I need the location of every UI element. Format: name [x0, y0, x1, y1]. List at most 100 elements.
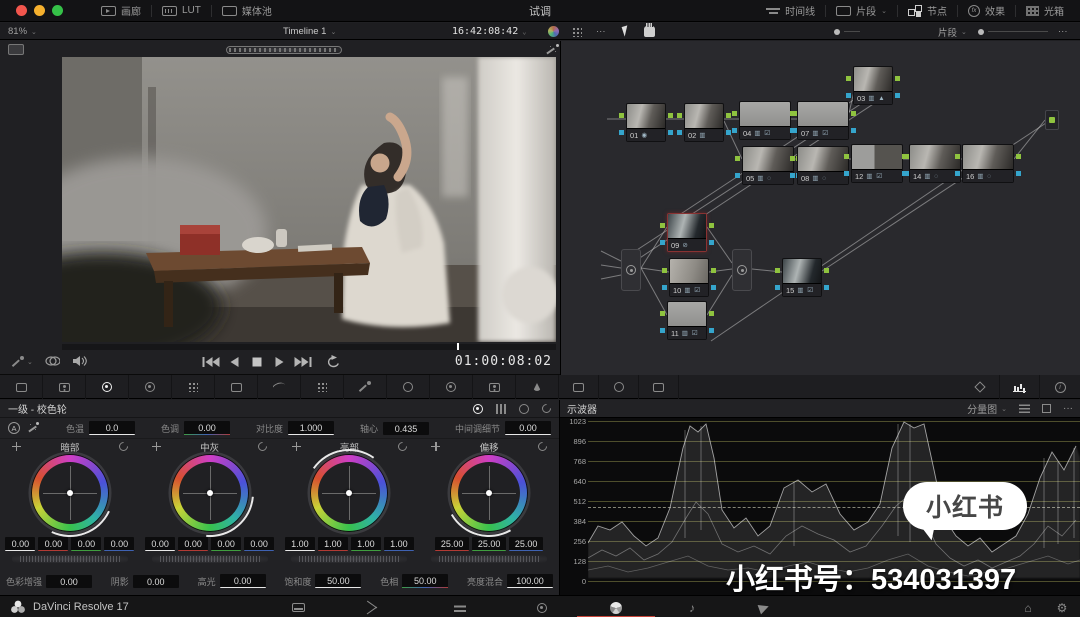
gain-master-value[interactable]: 1.00 [285, 537, 315, 551]
output-node[interactable] [1045, 110, 1059, 130]
node-view-select[interactable]: 片段 ⌄ [938, 23, 967, 40]
viewer-timecode[interactable]: 16:42:08:42 ⌄ [452, 23, 526, 40]
layer-mixer-node[interactable] [621, 249, 641, 291]
gamma-blue-value[interactable]: 0.00 [244, 537, 274, 551]
offset-red-value[interactable]: 25.00 [435, 537, 469, 551]
lightbox-button[interactable]: 光箱 [1016, 0, 1074, 22]
gamma-red-value[interactable]: 0.00 [178, 537, 208, 551]
log-wheels-view-button[interactable] [519, 404, 529, 414]
reset-lift-button[interactable] [117, 440, 130, 453]
minimize-window-button[interactable] [34, 5, 45, 16]
node-05[interactable]: 05▥ ◌ [742, 146, 794, 185]
effects-panel-button[interactable]: fx 效果 [958, 0, 1015, 22]
offset-color-wheel[interactable] [450, 454, 528, 532]
tint-field[interactable]: 色调 0.00 [161, 421, 230, 435]
enhance-wand-icon[interactable] [544, 44, 560, 55]
play-button[interactable] [276, 357, 284, 367]
auto-color-wand-icon[interactable] [26, 422, 40, 434]
settings-button[interactable]: ⚙ [1042, 599, 1080, 616]
reset-gamma-button[interactable] [257, 440, 270, 453]
page-fairlight[interactable]: ♪ [672, 599, 712, 616]
midtone-detail-field[interactable]: 中间调细节 0.00 [455, 421, 551, 435]
still-grab-icon[interactable] [8, 44, 24, 55]
gain-red-value[interactable]: 1.00 [318, 537, 348, 551]
lift-red-value[interactable]: 0.00 [38, 537, 68, 551]
page-edit[interactable] [440, 599, 480, 616]
scope-expand-icon[interactable] [1042, 404, 1051, 413]
gamma-color-wheel[interactable] [171, 454, 249, 532]
node-16[interactable]: 16▥ ◌ [962, 144, 1014, 183]
lift-blue-value[interactable]: 0.00 [104, 537, 134, 551]
timeline-panel-button[interactable]: 时间线 [756, 0, 825, 22]
curves-tab[interactable] [258, 375, 301, 399]
grab-still-button[interactable]: ⌄ [12, 356, 33, 368]
close-window-button[interactable] [16, 5, 27, 16]
lift-color-wheel[interactable] [31, 454, 109, 532]
lift-master-wheel[interactable] [12, 555, 128, 563]
qualifier-tab[interactable] [344, 375, 387, 399]
hdr-wheels-tab[interactable] [129, 375, 172, 399]
clips-panel-button[interactable]: 片段 ⌄ [826, 0, 897, 22]
crosshair-icon[interactable] [12, 442, 21, 451]
lut-button[interactable]: LUT [152, 0, 211, 22]
node-14[interactable]: 14▥ ◌ [909, 144, 961, 183]
saturation-field[interactable]: 饱和度 50.00 [284, 574, 361, 588]
temperature-field[interactable]: 色温 0.0 [66, 421, 135, 435]
pointer-tool-button[interactable] [622, 23, 632, 40]
shadows-field[interactable]: 阴影 0.00 [111, 575, 179, 588]
node-11[interactable]: 11▥ ☑ [667, 301, 707, 340]
offset-green-value[interactable]: 25.00 [472, 537, 506, 551]
offset-master-wheel[interactable] [431, 555, 547, 563]
node-12[interactable]: 12▥ ☑ [851, 144, 903, 183]
lift-master-value[interactable]: 0.00 [5, 537, 35, 551]
gain-color-wheel[interactable] [310, 454, 388, 532]
keyframes-button[interactable] [960, 375, 1000, 399]
play-reverse-button[interactable] [231, 357, 239, 367]
nodegraph-more-button[interactable]: ··· [1058, 23, 1068, 40]
gain-blue-value[interactable]: 1.00 [384, 537, 414, 551]
node-09-selected[interactable]: 09⊘ [667, 213, 707, 252]
node-02[interactable]: 02▥ [684, 103, 724, 142]
node-04[interactable]: 04▥ ☑ [739, 101, 791, 140]
node-07[interactable]: 07▥ ☑ [797, 101, 849, 140]
primaries-wheels-view-button[interactable] [473, 404, 483, 414]
page-color-active[interactable] [596, 599, 636, 616]
viewer-more-button[interactable]: ··· [596, 23, 606, 40]
waveform-display[interactable]: 1023 896 768 640 512 384 256 128 0 [560, 418, 1080, 595]
page-cut[interactable] [352, 599, 392, 616]
color-wheels-tab[interactable] [86, 375, 129, 399]
tracker-tab[interactable] [430, 375, 473, 399]
pivot-field[interactable]: 轴心 0.435 [360, 422, 429, 435]
gain-master-wheel[interactable] [291, 555, 407, 563]
color-warper-tab[interactable] [301, 375, 344, 399]
scope-settings-icon[interactable] [1019, 404, 1030, 413]
hue-field[interactable]: 色相 50.00 [380, 574, 448, 588]
auto-balance-icon[interactable]: A [8, 422, 20, 434]
node-graph[interactable]: 01◉ 02▥ 04▥ ☑ 07▥ ☑ 05▥ ◌ [560, 41, 1080, 375]
scopes-button[interactable] [1000, 375, 1040, 399]
crosshair-icon[interactable] [152, 442, 161, 451]
reset-offset-button[interactable] [536, 440, 549, 453]
skip-end-button[interactable] [295, 357, 312, 367]
node-08[interactable]: 08▥ ◌ [797, 146, 849, 185]
window-controls[interactable] [16, 5, 63, 16]
motion-effects-tab[interactable] [215, 375, 258, 399]
wipe-mode-button[interactable] [45, 355, 60, 370]
node-zoom-slider[interactable] [834, 23, 860, 40]
page-media[interactable] [278, 599, 318, 616]
color-boost-field[interactable]: 色彩增强 0.00 [6, 575, 92, 588]
magic-mask-tab[interactable] [473, 375, 516, 399]
zoom-window-button[interactable] [52, 5, 63, 16]
gamma-master-value[interactable]: 0.00 [145, 537, 175, 551]
node-scale-slider[interactable] [978, 23, 1048, 40]
grid-view-icon[interactable] [572, 23, 582, 40]
info-button[interactable]: i [1040, 375, 1080, 399]
node-15[interactable]: 15▥ ☑ [782, 258, 822, 297]
contrast-field[interactable]: 对比度 1.000 [256, 421, 334, 435]
reset-gain-button[interactable] [396, 440, 409, 453]
viewer-zoom-select[interactable]: 81% ⌄ [8, 23, 37, 40]
gamma-green-value[interactable]: 0.00 [211, 537, 241, 551]
skip-start-button[interactable] [203, 357, 220, 367]
gamut-indicator-icon[interactable] [548, 23, 559, 40]
gallery-button[interactable]: 画廊 [91, 0, 151, 22]
